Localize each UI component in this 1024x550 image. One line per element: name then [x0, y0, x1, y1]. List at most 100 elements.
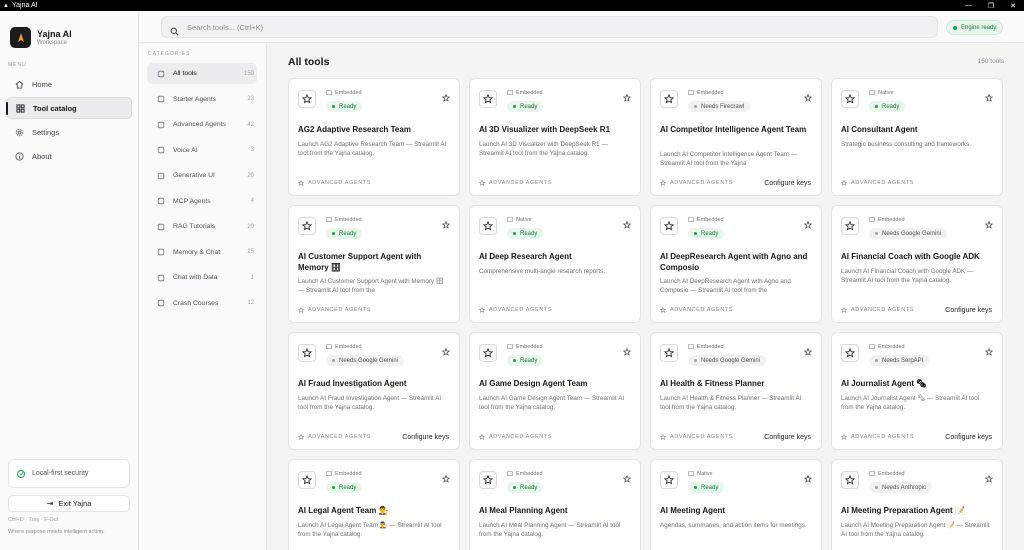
nav-item-about[interactable]: About: [6, 145, 132, 167]
engine-status-label: Engine ready: [961, 24, 997, 31]
tool-card[interactable]: Embedded Ready AI Game Design Agent Team La…: [469, 332, 641, 450]
status-badge: Ready: [507, 482, 544, 493]
category-item[interactable]: Starter Agents 23: [147, 89, 257, 110]
tool-category-label: ADVANCED AGENTS: [670, 307, 733, 313]
favorite-star-icon[interactable]: [622, 343, 632, 356]
tool-card[interactable]: Native Ready AI Deep Research Agent Compreh…: [469, 205, 641, 323]
sparkle-icon: [157, 121, 165, 129]
configure-keys-button[interactable]: Configure keys: [764, 434, 811, 441]
native-icon: [688, 471, 694, 476]
category-label: MCP Agents: [173, 197, 211, 205]
configure-keys-button[interactable]: Configure keys: [945, 434, 992, 441]
tool-card[interactable]: Embedded Needs SerpAPI AI Journalist Agent…: [831, 332, 1003, 450]
nav-item-tool-catalog[interactable]: Tool catalog: [6, 97, 132, 119]
grid-icon: [157, 70, 165, 78]
status-badge: Ready: [507, 228, 544, 239]
tool-card[interactable]: Embedded Needs Firecrawl AI Competitor Int…: [650, 78, 822, 196]
maximize-icon[interactable]: ❐: [988, 2, 994, 10]
favorite-star-icon[interactable]: [441, 343, 451, 356]
category-item[interactable]: Memory & Chat 25: [147, 242, 257, 263]
minimize-icon[interactable]: —: [965, 2, 972, 10]
favorite-star-icon[interactable]: [984, 216, 994, 229]
tool-card[interactable]: Native Ready AI Consultant Agent Strategic …: [831, 78, 1003, 196]
category-item[interactable]: MCP Agents 4: [147, 191, 257, 212]
category-item[interactable]: Crash Courses 12: [147, 293, 257, 314]
favorite-star-icon[interactable]: [803, 470, 813, 483]
tool-card[interactable]: Embedded Ready AI DeepResearch Agent with …: [650, 205, 822, 323]
tool-category-label: ADVANCED AGENTS: [489, 434, 552, 440]
nav-item-settings[interactable]: Settings: [6, 121, 132, 143]
nav-item-home[interactable]: Home: [6, 73, 132, 95]
tool-description: Launch AI Customer Support Agent with Me…: [298, 278, 444, 294]
status-dot-icon: [513, 105, 516, 108]
category-item[interactable]: Voice AI 3: [147, 140, 257, 161]
favorite-star-icon[interactable]: [803, 216, 813, 229]
favorite-star-icon[interactable]: [441, 470, 451, 483]
tool-card[interactable]: Embedded Needs Google Gemini AI Financial …: [831, 205, 1003, 323]
tool-description: Launch AI Journalist Agent 🗞 — Streamlit…: [841, 395, 980, 411]
tool-category-label: ADVANCED AGENTS: [489, 180, 552, 186]
favorite-star-icon[interactable]: [622, 470, 632, 483]
tool-description: Launch AI 3D Visualizer with DeepSeek R1…: [479, 141, 608, 157]
favorite-star-icon[interactable]: [984, 470, 994, 483]
favorite-star-icon[interactable]: [441, 89, 451, 102]
tool-card[interactable]: Embedded Ready AI Customer Support Agent w…: [288, 205, 460, 323]
native-icon: [869, 90, 875, 95]
tool-star-icon: [660, 471, 678, 489]
tool-card[interactable]: Embedded Ready AI Legal Agent Team 👨‍⚖️ Lau…: [288, 459, 460, 550]
embedded-icon: [326, 217, 332, 222]
tool-kind: Native: [869, 90, 894, 96]
nav-item-label: About: [32, 151, 52, 161]
tool-name: AI Game Design Agent Team: [479, 379, 588, 388]
configure-keys-button[interactable]: Configure keys: [764, 180, 811, 187]
tool-card[interactable]: Embedded Needs Anthropic AI Meeting Prepar…: [831, 459, 1003, 550]
tool-category: ADVANCED AGENTS: [298, 180, 371, 186]
menu-label: MENU: [8, 62, 27, 68]
tool-card[interactable]: Native Ready AI Meeting Agent Agendas, summ…: [650, 459, 822, 550]
search-input[interactable]: [187, 22, 887, 32]
tool-category-label: ADVANCED AGENTS: [308, 180, 371, 186]
status-label: Ready: [882, 103, 900, 110]
exit-button[interactable]: ⇥ Exit Yajna: [8, 495, 130, 512]
status-badge: Needs Google Gemini: [326, 355, 405, 366]
search-box[interactable]: [161, 16, 938, 38]
favorite-star-icon[interactable]: [803, 343, 813, 356]
status-badge: Ready: [326, 482, 363, 493]
tool-star-icon: [841, 90, 859, 108]
configure-keys-button[interactable]: Configure keys: [945, 307, 992, 314]
category-item[interactable]: RAG Tutorials 20: [147, 216, 257, 237]
tool-kind-label: Embedded: [516, 471, 543, 477]
status-badge: Needs SerpAPI: [869, 355, 930, 366]
status-dot-icon: [332, 359, 335, 362]
favorite-star-icon[interactable]: [984, 343, 994, 356]
tool-kind-label: Embedded: [335, 90, 362, 96]
embedded-icon: [326, 471, 332, 476]
tool-name: AI Consultant Agent: [841, 125, 918, 134]
favorite-star-icon[interactable]: [622, 89, 632, 102]
tool-category-label: ADVANCED AGENTS: [851, 307, 914, 313]
page-title: All tools: [288, 56, 330, 68]
close-icon[interactable]: ✕: [1010, 2, 1016, 10]
favorite-star-icon[interactable]: [803, 89, 813, 102]
nav-item-label: Home: [32, 79, 53, 89]
tool-card[interactable]: Embedded Ready AI Meal Planning Agent Launc…: [469, 459, 641, 550]
tool-card[interactable]: Embedded Ready AG2 Adaptive Research Team L…: [288, 78, 460, 196]
favorite-star-icon[interactable]: [622, 216, 632, 229]
favorite-star-icon[interactable]: [984, 89, 994, 102]
brand: Yajna AI Workspace: [10, 27, 72, 48]
tool-card[interactable]: Embedded Needs Google Gemini AI Fraud Inve…: [288, 332, 460, 450]
tool-star-icon: [479, 471, 497, 489]
category-item[interactable]: Chat with Data 1: [147, 267, 257, 288]
status-label: Ready: [339, 103, 357, 110]
tool-card[interactable]: Embedded Ready AI 3D Visualizer with DeepS…: [469, 78, 641, 196]
configure-keys-button[interactable]: Configure keys: [402, 434, 449, 441]
tool-kind-label: Embedded: [878, 217, 905, 223]
tool-card[interactable]: Embedded Needs Google Gemini AI Health & F…: [650, 332, 822, 450]
tool-star-icon: [660, 344, 678, 362]
tool-name: AI Competitor Intelligence Agent Team: [660, 125, 807, 134]
category-item[interactable]: Advanced Agents 42: [147, 114, 257, 135]
category-item[interactable]: Generative UI 20: [147, 165, 257, 186]
favorite-star-icon[interactable]: [441, 216, 451, 229]
category-item[interactable]: All tools 150: [147, 63, 257, 84]
tool-description: Comprehensive multi-angle research repor…: [479, 268, 605, 275]
